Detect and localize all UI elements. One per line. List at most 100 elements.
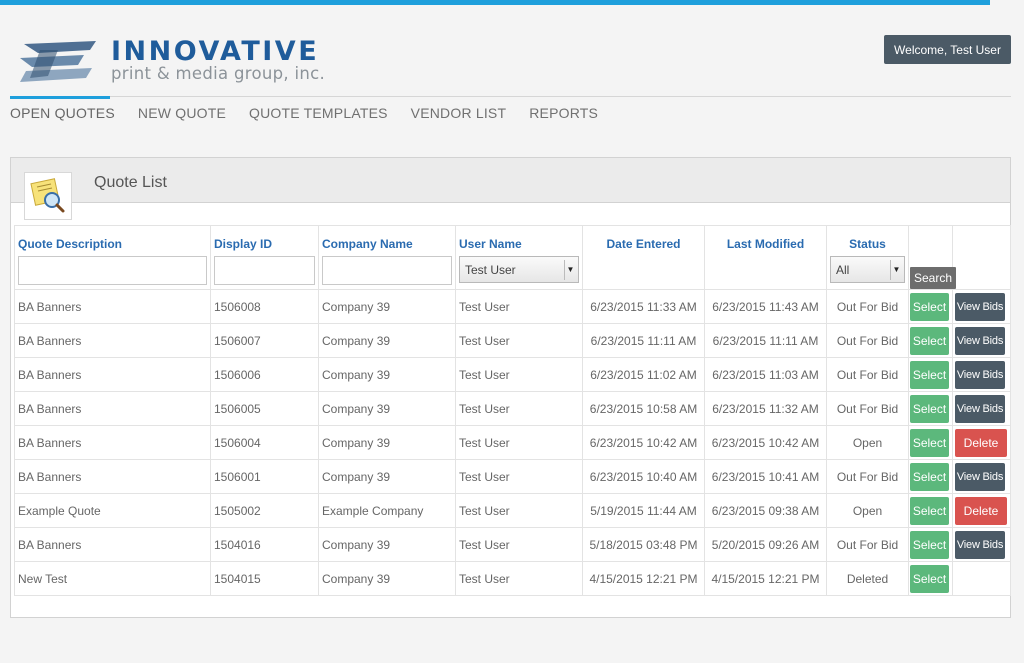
- cell-select: Select: [908, 561, 953, 596]
- cell-user: Test User: [455, 357, 583, 392]
- table-row[interactable]: BA Banners 1506005 Company 39 Test User 6/23…: [14, 391, 1011, 426]
- table-row[interactable]: BA Banners 1504016 Company 39 Test User 5/18…: [14, 527, 1011, 562]
- cell-last-modified: 6/23/2015 11:11 AM: [704, 323, 827, 358]
- table-row[interactable]: BA Banners 1506007 Company 39 Test User 6/23…: [14, 323, 1011, 358]
- nav-reports[interactable]: REPORTS: [529, 105, 598, 121]
- cell-company: Company 39: [318, 391, 456, 426]
- table-row[interactable]: Example Quote 1505002 Example Company Test …: [14, 493, 1011, 528]
- cell-date-entered: 6/23/2015 10:40 AM: [582, 459, 705, 494]
- filter-description-input[interactable]: [18, 256, 207, 285]
- view-bids-button[interactable]: View Bids: [955, 292, 1005, 321]
- brand-logo[interactable]: INNOVATIVE print & media group, inc.: [18, 36, 368, 88]
- delete-button[interactable]: Delete: [955, 496, 1007, 525]
- filter-status-select[interactable]: All ▼: [830, 256, 905, 283]
- nav-new-quote[interactable]: NEW QUOTE: [138, 105, 226, 121]
- table-row[interactable]: BA Banners 1506004 Company 39 Test User 6/23…: [14, 425, 1011, 460]
- cell-company: Company 39: [318, 357, 456, 392]
- delete-button[interactable]: Delete: [955, 428, 1007, 457]
- select-button[interactable]: Select: [910, 496, 949, 525]
- select-button[interactable]: Select: [910, 564, 949, 593]
- view-bids-button[interactable]: View Bids: [955, 326, 1005, 355]
- cell-display-id: 1506005: [210, 391, 319, 426]
- col-display-id-label[interactable]: Display ID: [214, 237, 272, 251]
- cell-select: Select: [908, 459, 953, 494]
- cell-select: Select: [908, 289, 953, 324]
- cell-company: Company 39: [318, 527, 456, 562]
- cell-action: Delete: [952, 425, 1011, 460]
- cell-action: View Bids: [952, 289, 1011, 324]
- cell-status: Deleted: [826, 561, 909, 596]
- cell-description: New Test: [14, 561, 211, 596]
- cell-user: Test User: [455, 561, 583, 596]
- cell-status: Out For Bid: [826, 289, 909, 324]
- cell-select: Select: [908, 425, 953, 460]
- col-company-name-label[interactable]: Company Name: [322, 237, 413, 251]
- filter-user-select[interactable]: Test User ▼: [459, 256, 579, 283]
- select-button[interactable]: Select: [910, 292, 949, 321]
- brand-name: INNOVATIVE: [111, 36, 320, 67]
- col-user-name-label[interactable]: User Name: [459, 237, 522, 251]
- select-button[interactable]: Select: [910, 462, 949, 491]
- table-row[interactable]: BA Banners 1506008 Company 39 Test User 6/23…: [14, 289, 1011, 324]
- select-button[interactable]: Select: [910, 530, 949, 559]
- col-last-modified: Last Modified: [704, 225, 827, 290]
- cell-date-entered: 6/23/2015 10:42 AM: [582, 425, 705, 460]
- col-company-name: Company Name: [318, 225, 456, 290]
- col-status-label[interactable]: Status: [849, 237, 886, 251]
- cell-date-entered: 6/23/2015 10:58 AM: [582, 391, 705, 426]
- cell-action: View Bids: [952, 323, 1011, 358]
- view-bids-button[interactable]: View Bids: [955, 360, 1005, 389]
- cell-user: Test User: [455, 289, 583, 324]
- col-quote-description: Quote Description: [14, 225, 211, 290]
- cell-company: Company 39: [318, 425, 456, 460]
- cell-status: Open: [826, 493, 909, 528]
- select-button[interactable]: Select: [910, 428, 949, 457]
- select-button[interactable]: Select: [910, 394, 949, 423]
- cell-company: Company 39: [318, 561, 456, 596]
- nav-quote-templates[interactable]: QUOTE TEMPLATES: [249, 105, 388, 121]
- cell-display-id: 1506008: [210, 289, 319, 324]
- nav-active-indicator: [10, 96, 110, 99]
- table-row[interactable]: New Test 1504015 Company 39 Test User 4/15/2…: [14, 561, 1011, 596]
- col-quote-description-label[interactable]: Quote Description: [18, 237, 122, 251]
- cell-action: View Bids: [952, 357, 1011, 392]
- cell-display-id: 1504015: [210, 561, 319, 596]
- table-row[interactable]: BA Banners 1506006 Company 39 Test User 6/23…: [14, 357, 1011, 392]
- cell-company: Company 39: [318, 459, 456, 494]
- cell-display-id: 1506007: [210, 323, 319, 358]
- welcome-user-button[interactable]: Welcome, Test User: [884, 35, 1011, 64]
- view-bids-button[interactable]: View Bids: [955, 530, 1005, 559]
- nav-open-quotes[interactable]: OPEN QUOTES: [10, 105, 115, 121]
- cell-display-id: 1504016: [210, 527, 319, 562]
- select-button[interactable]: Select: [910, 326, 949, 355]
- filter-company-input[interactable]: [322, 256, 452, 285]
- cell-user: Test User: [455, 323, 583, 358]
- cell-last-modified: 6/23/2015 09:38 AM: [704, 493, 827, 528]
- cell-company: Example Company: [318, 493, 456, 528]
- table-row[interactable]: BA Banners 1506001 Company 39 Test User 6/23…: [14, 459, 1011, 494]
- view-bids-button[interactable]: View Bids: [955, 394, 1005, 423]
- nav-vendor-list[interactable]: VENDOR LIST: [411, 105, 507, 121]
- cell-date-entered: 6/23/2015 11:11 AM: [582, 323, 705, 358]
- main-nav: OPEN QUOTES NEW QUOTE QUOTE TEMPLATES VE…: [10, 105, 621, 121]
- col-display-id: Display ID: [210, 225, 319, 290]
- view-bids-button[interactable]: View Bids: [955, 462, 1005, 491]
- col-last-modified-label[interactable]: Last Modified: [727, 237, 804, 251]
- select-button[interactable]: Select: [910, 360, 949, 389]
- col-status: Status All ▼: [826, 225, 909, 290]
- cell-action: View Bids: [952, 391, 1011, 426]
- cell-display-id: 1506006: [210, 357, 319, 392]
- cell-last-modified: 6/23/2015 10:42 AM: [704, 425, 827, 460]
- cell-last-modified: 4/15/2015 12:21 PM: [704, 561, 827, 596]
- cell-select: Select: [908, 357, 953, 392]
- chevron-down-icon: ▼: [890, 259, 902, 280]
- filter-display-id-input[interactable]: [214, 256, 315, 285]
- search-button[interactable]: Search: [910, 267, 957, 289]
- cell-description: BA Banners: [14, 425, 211, 460]
- chevron-down-icon: ▼: [564, 259, 576, 280]
- col-date-entered-label[interactable]: Date Entered: [606, 237, 680, 251]
- nav-divider: [10, 96, 1011, 97]
- cell-display-id: 1505002: [210, 493, 319, 528]
- cell-status: Out For Bid: [826, 323, 909, 358]
- cell-action: Delete: [952, 493, 1011, 528]
